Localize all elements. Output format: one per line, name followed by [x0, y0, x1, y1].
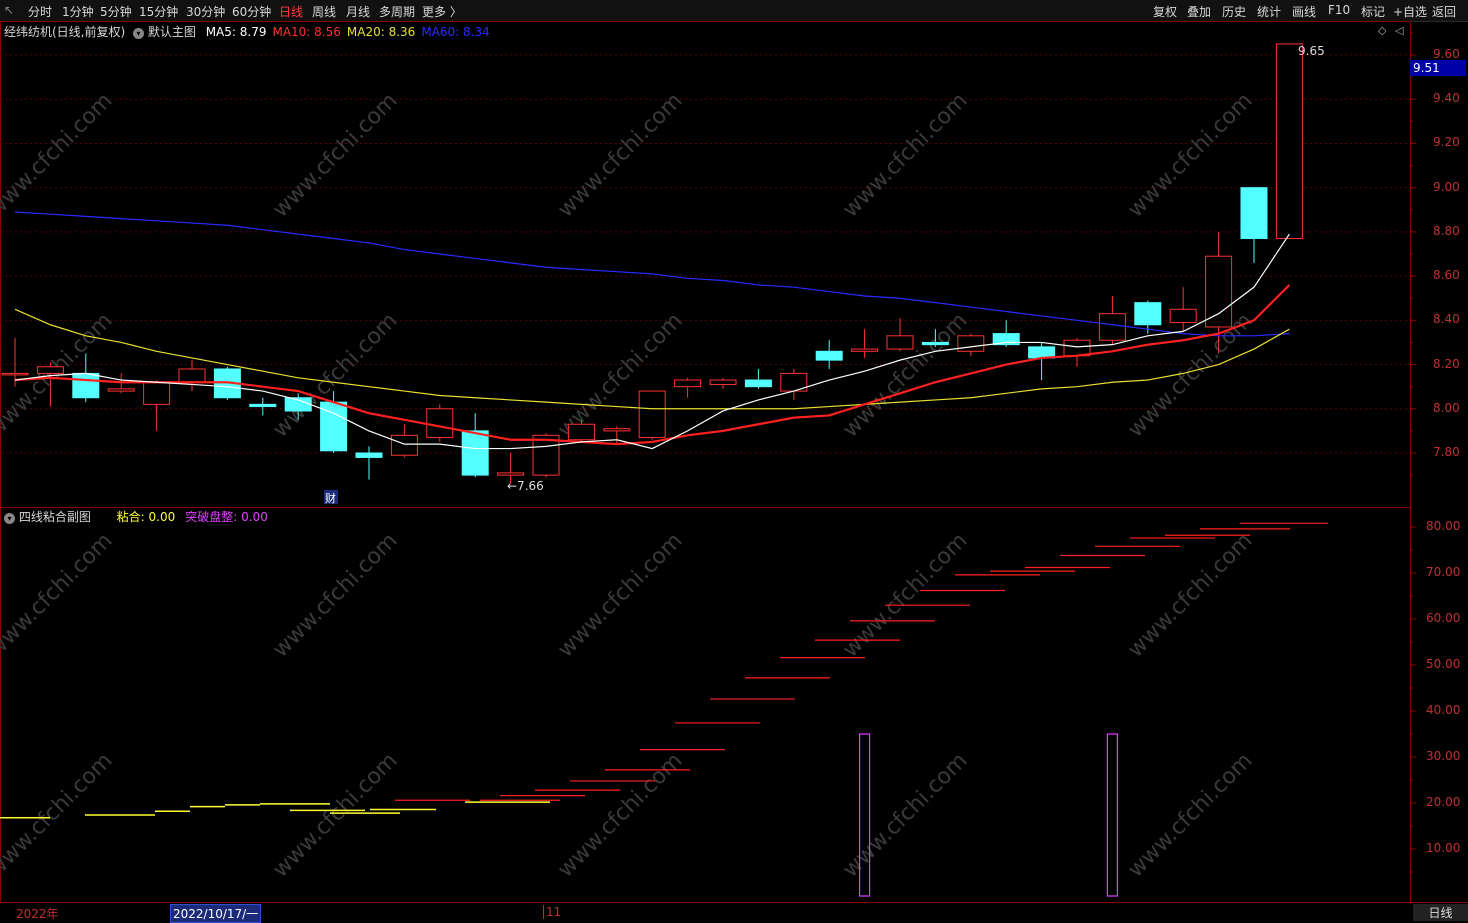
diamond-icon[interactable]: ◇ — [1378, 24, 1386, 37]
main-y-tick-label: 9.20 — [1433, 135, 1460, 150]
sub-info-row: ▾ 四线粘合副图 粘合: 0.00 突破盘整: 0.00 — [4, 508, 278, 525]
period-tab-2[interactable]: 5分钟 — [100, 3, 132, 20]
main-chart-frame — [0, 21, 1411, 508]
date-axis: 2022年 2022/10/17/一 11 日线 — [0, 902, 1468, 923]
ma-label-2: MA20: 8.36 — [346, 25, 416, 39]
template-icon[interactable]: ▾ — [133, 28, 145, 39]
sub-legend: 粘合: 0.00 突破盘整: 0.00 — [117, 510, 278, 524]
ma-legend: MA5: 8.79 MA10: 8.56 MA20: 8.36 MA60: 8.34 — [200, 25, 490, 39]
template-name[interactable]: 默认主图 — [148, 25, 196, 39]
main-info-row: 经纬纺机(日线,前复权) ▾ 默认主图 MA5: 8.79 MA10: 8.56 M… — [4, 23, 490, 40]
tool-button-0[interactable]: 复权 — [1153, 3, 1177, 20]
main-y-tick-label: 8.80 — [1433, 223, 1460, 238]
period-toolbar: ↖ 分时 1分钟 5分钟 15分钟 30分钟 60分钟 日线 周线 月线 多周期 更多 〉 复权 叠加… — [0, 0, 1468, 22]
tool-button-4[interactable]: 画线 — [1292, 3, 1316, 20]
main-y-tick-label: 7.80 — [1433, 445, 1460, 459]
tool-button-5[interactable]: F10 — [1328, 3, 1350, 17]
year-label: 2022年 — [16, 907, 59, 921]
period-tab-1[interactable]: 1分钟 — [62, 3, 94, 20]
period-label[interactable]: 日线 — [1413, 904, 1468, 921]
main-y-tick-label: 8.40 — [1433, 312, 1460, 327]
tool-button-1[interactable]: 叠加 — [1187, 3, 1211, 20]
main-y-tick-label: 8.00 — [1433, 400, 1460, 415]
ma-label-1: MA10: 8.56 — [272, 25, 341, 39]
period-tab-6[interactable]: 日线 — [279, 3, 303, 20]
sub-indicator-0: 粘合: 0.00 — [116, 510, 176, 524]
period-tab-10[interactable]: 更多 〉 — [422, 3, 462, 20]
collapse-icon[interactable]: ◁ — [1395, 24, 1403, 37]
tool-button-2[interactable]: 历史 — [1222, 3, 1246, 20]
sub-chart-frame — [0, 507, 1411, 903]
main-y-tick-label: 9.60 — [1433, 47, 1460, 61]
main-y-tick-label: 8.60 — [1433, 268, 1460, 283]
period-tab-3[interactable]: 15分钟 — [139, 3, 178, 20]
stock-title[interactable]: 经纬纺机(日线,前复权) — [4, 25, 125, 39]
period-tab-7[interactable]: 周线 — [312, 3, 336, 20]
sub-title[interactable]: 四线粘合副图 — [19, 510, 91, 524]
sub-y-tick-label: 10.00 — [1426, 841, 1461, 855]
sub-y-tick-label: 60.00 — [1426, 611, 1461, 625]
period-tab-5[interactable]: 60分钟 — [232, 3, 271, 20]
ma-label-0: MA5: 8.79 — [205, 25, 267, 39]
menu-arrow-icon[interactable]: ↖ — [4, 3, 14, 17]
ma-label-3: MA60: 8.34 — [421, 25, 490, 39]
cursor-date: 2022/10/17/一 — [170, 904, 262, 923]
sub-y-tick-label: 70.00 — [1426, 565, 1461, 579]
period-tab-0[interactable]: 分时 — [28, 3, 52, 20]
main-y-tick-label: 9.40 — [1433, 91, 1460, 106]
sub-indicator-1: 突破盘整: 0.00 — [185, 510, 268, 524]
period-tab-8[interactable]: 月线 — [346, 3, 370, 20]
sub-y-tick-label: 50.00 — [1426, 657, 1461, 671]
tool-button-6[interactable]: 标记 — [1361, 3, 1385, 20]
sub-y-tick-label: 30.00 — [1426, 749, 1461, 763]
period-tab-9[interactable]: 多周期 — [379, 3, 415, 20]
sub-collapse-icon[interactable]: ▾ — [4, 513, 15, 524]
tool-button-7[interactable]: +自选 — [1393, 3, 1427, 20]
sub-y-tick-label: 20.00 — [1426, 795, 1461, 809]
main-y-tick-label: 8.20 — [1433, 356, 1460, 371]
main-y-tick-label: 9.00 — [1433, 179, 1460, 194]
month-mark: 11 — [543, 905, 561, 919]
period-tab-4[interactable]: 30分钟 — [186, 3, 225, 20]
sub-y-tick-label: 80.00 — [1426, 519, 1461, 533]
tool-button-8[interactable]: 返回 — [1432, 3, 1456, 20]
sub-y-tick-label: 40.00 — [1426, 703, 1461, 717]
tool-button-3[interactable]: 统计 — [1257, 3, 1281, 20]
current-price-tag: 9.51 — [1410, 60, 1466, 76]
